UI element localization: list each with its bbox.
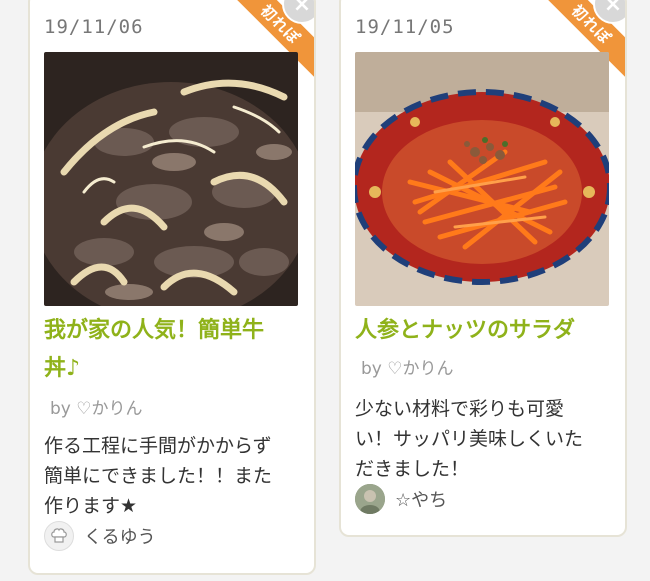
recipe-title-line: 丼♪ (44, 356, 81, 381)
user-photo-avatar (355, 484, 385, 514)
comment-line: だきました！ (355, 458, 470, 480)
recipe-author[interactable]: by ♡かりん (361, 354, 454, 379)
comment-line: 作ります★ (44, 495, 138, 517)
card-date: 19/11/05 (355, 16, 455, 38)
tsukurepo-card[interactable]: 19/11/06 初れぽ × 我が家の人気！簡単牛 丼♪ by ♡かりん 作る工… (28, 0, 316, 575)
close-icon: × (292, 0, 312, 17)
chef-hat-icon (44, 521, 74, 551)
report-comment: 少ない材料で彩りも可愛 い！サッパリ美味しくいた だきました！ (355, 394, 617, 484)
comment-line: い！サッパリ美味しくいた (355, 428, 584, 450)
recipe-title[interactable]: 人参とナッツのサラダ (355, 312, 615, 350)
reporter[interactable]: くるゆう (44, 521, 156, 551)
comment-line: 少ない材料で彩りも可愛 (355, 398, 565, 420)
recipe-title[interactable]: 我が家の人気！簡単牛 丼♪ (44, 312, 304, 388)
carrot-salad-photo[interactable] (355, 52, 609, 306)
beef-bowl-photo[interactable] (44, 52, 298, 306)
comment-line: 簡単にできました！！また (44, 465, 273, 487)
recipe-author[interactable]: by ♡かりん (50, 394, 143, 419)
recipe-title-line: 我が家の人気！簡単牛 (44, 318, 265, 343)
recipe-title-line: 人参とナッツのサラダ (355, 318, 576, 343)
reporter-name: くるゆう (84, 527, 156, 548)
reporter-name: ☆やち (395, 490, 448, 511)
close-icon: × (603, 0, 623, 17)
report-comment: 作る工程に手間がかからず 簡単にできました！！また 作ります★ (44, 431, 306, 521)
comment-line: 作る工程に手間がかからず (44, 435, 272, 457)
card-date: 19/11/06 (44, 16, 144, 38)
tsukurepo-card[interactable]: 19/11/05 初れぽ × 人参とナッツのサラダ by ♡かりん 少ない材料で… (339, 0, 627, 537)
reporter[interactable]: ☆やち (355, 484, 447, 514)
